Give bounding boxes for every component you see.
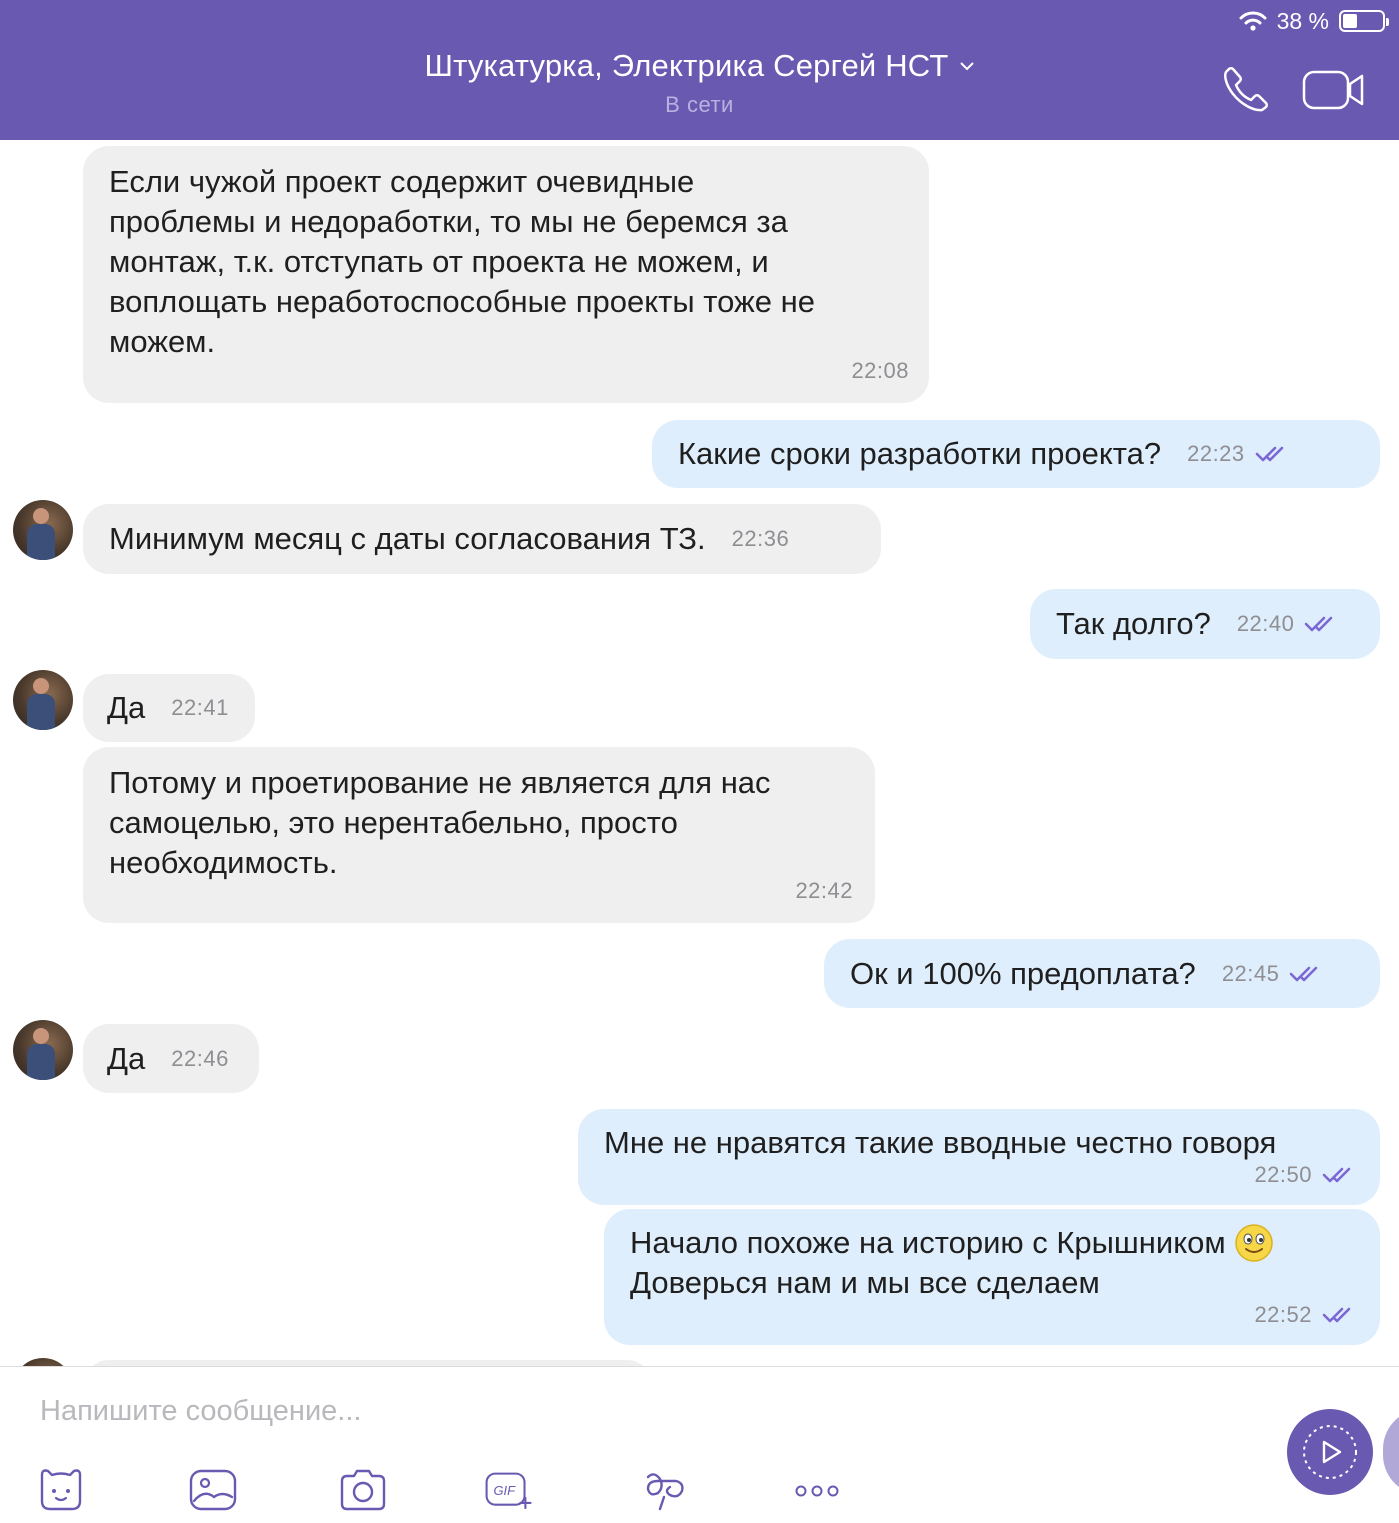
- avatar[interactable]: [13, 670, 73, 730]
- double-check-icon: [1322, 1307, 1351, 1323]
- doodle-icon[interactable]: [640, 1467, 690, 1513]
- contact-name[interactable]: Штукатурка, Электрика Сергей НСТ: [425, 48, 949, 84]
- video-call-icon[interactable]: [1302, 70, 1366, 110]
- camera-icon[interactable]: [338, 1467, 388, 1513]
- sticker-icon[interactable]: [36, 1467, 86, 1513]
- double-check-icon: [1255, 446, 1283, 462]
- avatar[interactable]: [13, 1358, 73, 1366]
- message-time: 22:46: [171, 1045, 229, 1071]
- message-text-line: Если чужой проект содержит очевидные: [109, 164, 695, 199]
- voice-message-button[interactable]: [1383, 1409, 1399, 1495]
- message-outgoing[interactable]: Мне не нравятся такие вводные честно гов…: [578, 1109, 1380, 1205]
- double-check-icon: [1305, 616, 1333, 632]
- message-outgoing[interactable]: Какие сроки разработки проекта? 22:23: [652, 420, 1380, 488]
- message-text-line: воплощать неработоспособные проекты тоже…: [109, 284, 815, 319]
- message-incoming[interactable]: Если чужой проект содержит очевидные про…: [83, 146, 929, 403]
- gallery-icon[interactable]: [188, 1467, 238, 1513]
- message-text: Да: [107, 690, 146, 725]
- gif-label: GIF: [493, 1483, 516, 1498]
- message-text: Мне не нравятся такие вводные честно гов…: [604, 1125, 1277, 1160]
- message-text: Так долго?: [1056, 606, 1211, 641]
- chat-header: 38 % Штукатурка, Электрика Сергей НСТ В …: [0, 0, 1399, 140]
- message-time: 22:42: [795, 878, 853, 903]
- wifi-icon: [1239, 11, 1267, 31]
- avatar[interactable]: [13, 1020, 73, 1080]
- message-text-line: можем.: [109, 324, 216, 359]
- message-time: 22:41: [171, 695, 229, 720]
- message-list[interactable]: Если чужой проект содержит очевидные про…: [0, 140, 1399, 1366]
- video-message-button[interactable]: [1287, 1409, 1373, 1495]
- status-bar: 38 %: [1239, 6, 1389, 36]
- message-text: Да: [107, 1040, 146, 1076]
- message-time: 22:08: [851, 358, 909, 383]
- message-composer: GIF: [0, 1366, 1399, 1523]
- message-time: 22:40: [1236, 611, 1295, 636]
- message-text-line: Потому и проетирование не является для н…: [109, 765, 771, 800]
- message-time: 22:45: [1221, 960, 1280, 986]
- chat-title-area[interactable]: Штукатурка, Электрика Сергей НСТ В сети: [0, 48, 1399, 118]
- message-input[interactable]: [40, 1395, 1220, 1428]
- message-incoming[interactable]: Минимум месяц с даты согласования ТЗ. 22…: [83, 504, 881, 574]
- avatar[interactable]: [13, 500, 73, 560]
- message-text: Ок и 100% предоплата?: [850, 955, 1196, 991]
- message-text-line: Начало похоже на историю с Крышником: [630, 1225, 1226, 1260]
- message-time: 22:36: [731, 526, 790, 551]
- battery-percent: 38 %: [1276, 7, 1329, 34]
- message-meta: 22:50: [1254, 1155, 1354, 1195]
- double-check-icon: [1322, 1167, 1351, 1183]
- message-incoming[interactable]: Да 22:41: [83, 674, 255, 742]
- message-incoming[interactable]: Да 22:46: [83, 1024, 259, 1093]
- message-outgoing[interactable]: Так долго? 22:40: [1030, 589, 1380, 659]
- message-outgoing[interactable]: Ок и 100% предоплата? 22:45: [824, 939, 1380, 1008]
- message-text: Минимум месяц с даты согласования ТЗ.: [109, 521, 706, 556]
- play-circle-icon: [1303, 1425, 1357, 1479]
- battery-icon: [1339, 10, 1389, 32]
- gif-icon[interactable]: GIF: [484, 1467, 534, 1513]
- message-text-line: самоцелью, это нерентабельно, просто: [109, 805, 678, 840]
- message-meta: 22:52: [1254, 1295, 1354, 1335]
- more-icon[interactable]: [792, 1467, 842, 1513]
- message-outgoing[interactable]: Начало похоже на историю с Крышником Дов…: [604, 1209, 1380, 1345]
- phone-call-icon[interactable]: [1222, 64, 1268, 112]
- message-text-line: монтаж, т.к. отступать от проекта не мож…: [109, 244, 769, 279]
- message-text-line: проблемы и недоработки, то мы не беремся…: [109, 204, 788, 239]
- smiley-emoji-icon: [1234, 1224, 1273, 1262]
- message-text-line: Доверься нам и мы все сделаем: [630, 1265, 1100, 1300]
- message-incoming[interactable]: Потому и проетирование не является для н…: [83, 747, 875, 923]
- message-time: 22:50: [1254, 1162, 1312, 1187]
- message-text-line: необходимость.: [109, 845, 338, 880]
- chevron-down-icon[interactable]: [959, 60, 975, 72]
- message-time: 22:23: [1187, 441, 1245, 466]
- online-status: В сети: [665, 92, 734, 117]
- message-time: 22:52: [1254, 1302, 1312, 1327]
- message-text: Какие сроки разработки проекта?: [678, 436, 1162, 471]
- double-check-icon: [1290, 966, 1318, 981]
